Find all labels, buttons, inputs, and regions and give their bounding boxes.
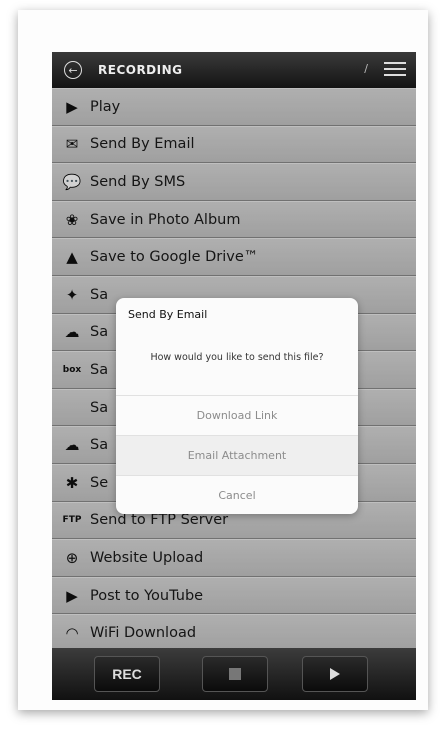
dialog-title: Send By Email xyxy=(128,308,208,321)
page-title: RECORDING xyxy=(98,63,183,77)
play-icon xyxy=(330,668,340,680)
pencil-icon[interactable]: ∕ xyxy=(364,62,368,75)
phone-screen: ← RECORDING ∕ ▶ Play ✉ Send By Email 💬 Send B… xyxy=(52,52,416,700)
email-attachment-button[interactable]: Email Attachment xyxy=(116,435,358,476)
cancel-button[interactable]: Cancel xyxy=(116,475,358,514)
list-menu-icon[interactable] xyxy=(384,62,406,78)
top-bar: ← RECORDING ∕ xyxy=(52,52,416,88)
dialog-message: How would you like to send this file? xyxy=(150,352,324,363)
transport-bar: REC xyxy=(52,648,416,700)
back-arrow-icon[interactable]: ← xyxy=(64,61,82,79)
play-button[interactable] xyxy=(302,656,368,692)
download-link-button[interactable]: Download Link xyxy=(116,395,358,436)
rec-label: REC xyxy=(112,666,142,682)
send-by-email-dialog: Send By Email How would you like to send… xyxy=(116,298,358,514)
rec-button[interactable]: REC xyxy=(94,656,160,692)
stop-icon xyxy=(229,668,241,680)
stop-button[interactable] xyxy=(202,656,268,692)
